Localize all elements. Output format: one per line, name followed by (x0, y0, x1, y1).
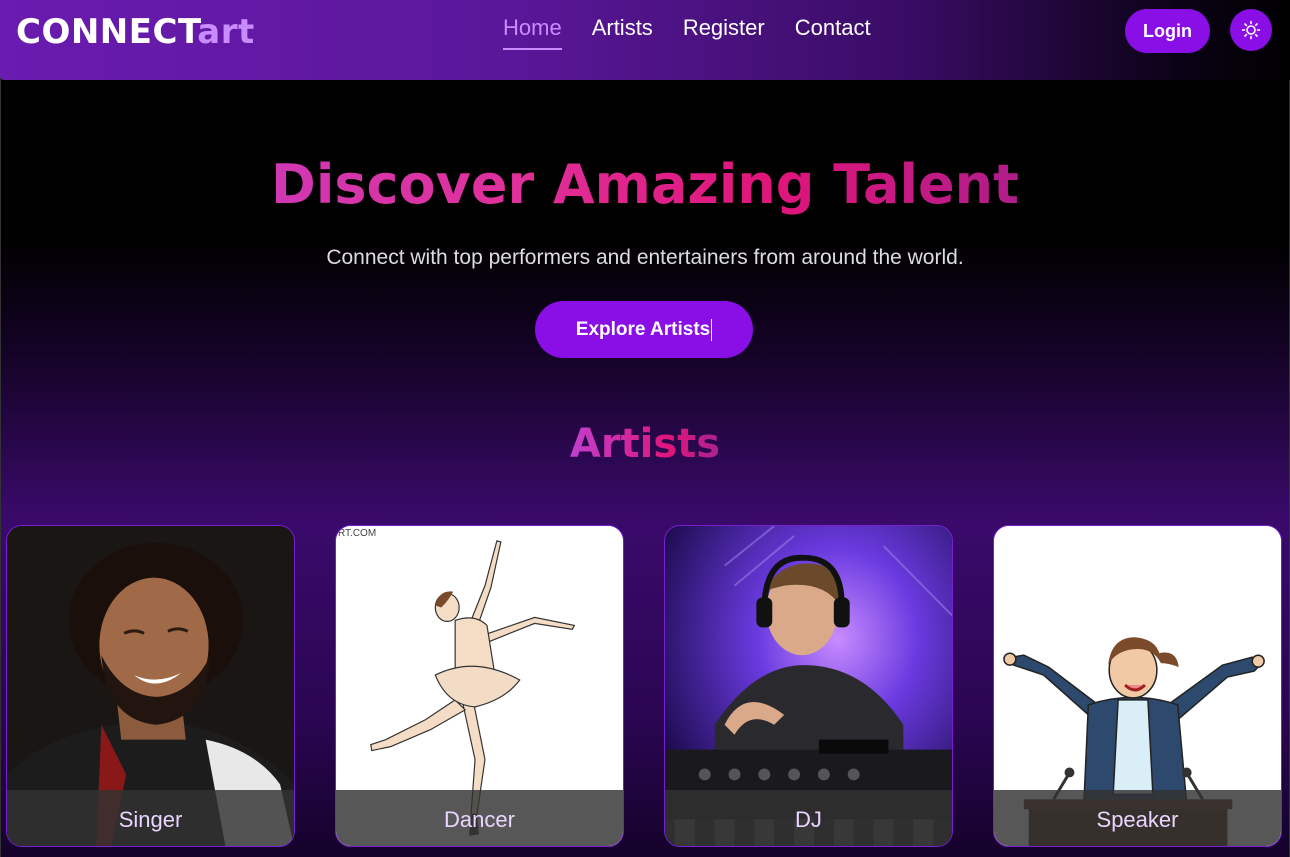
artist-cards: Singer RT.COM Dancer DJ Speaker (6, 525, 1282, 847)
brand-logo[interactable]: CONNECTart (16, 12, 255, 52)
main-nav: Home Artists Register Contact (503, 14, 871, 50)
theme-toggle-button[interactable] (1230, 9, 1272, 51)
card-caption: Dancer (336, 790, 623, 846)
brand-logo-part2: art (197, 12, 255, 52)
nav-link-home[interactable]: Home (503, 14, 562, 50)
navbar: CONNECTart Home Artists Register Contact… (0, 0, 1290, 80)
card-caption: DJ (665, 790, 952, 846)
artist-card-dancer[interactable]: RT.COM Dancer (335, 525, 624, 847)
card-caption: Speaker (994, 790, 1281, 846)
artists-section-title: Artists (0, 416, 1290, 472)
text-cursor (711, 318, 713, 341)
artist-card-speaker[interactable]: Speaker (993, 525, 1282, 847)
brand-logo-part1: CONNECT (16, 12, 198, 52)
nav-link-register[interactable]: Register (683, 14, 765, 50)
card-caption: Singer (7, 790, 294, 846)
hero-subtitle: Connect with top performers and entertai… (326, 246, 964, 269)
sun-icon (1241, 20, 1261, 40)
explore-artists-label: Explore Artists (575, 318, 711, 340)
artist-card-dj[interactable]: DJ (664, 525, 953, 847)
login-button[interactable]: Login (1125, 9, 1210, 53)
hero-title: Discover Amazing Talent (0, 150, 1290, 220)
nav-link-contact[interactable]: Contact (795, 14, 871, 50)
nav-link-artists[interactable]: Artists (592, 14, 653, 50)
artist-card-singer[interactable]: Singer (6, 525, 295, 847)
image-watermark: RT.COM (338, 528, 377, 539)
explore-artists-button[interactable]: Explore Artists (535, 301, 753, 358)
